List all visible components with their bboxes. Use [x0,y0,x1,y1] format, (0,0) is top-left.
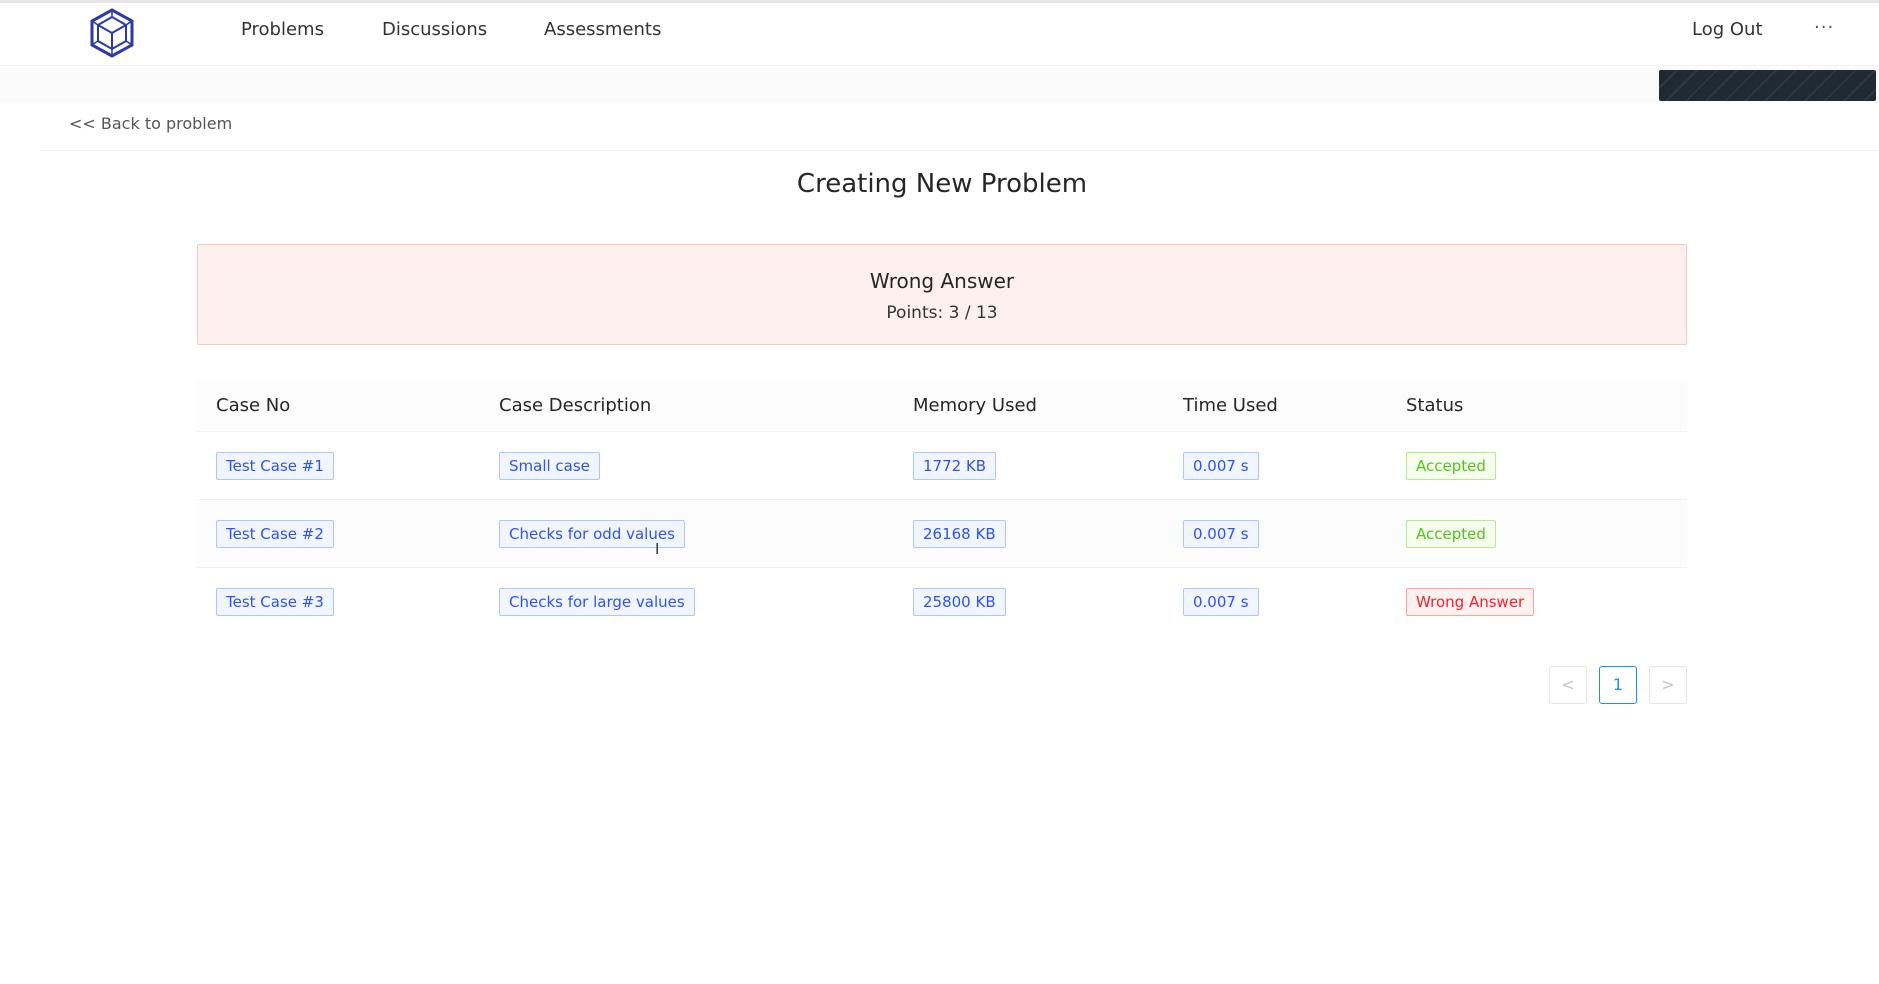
table-header-row: Case No Case Description Memory Used Tim… [197,380,1687,432]
pagination-prev-button[interactable]: < [1549,666,1587,704]
column-header-status: Status [1406,395,1464,416]
text-cursor-icon: I [655,540,660,558]
memory-used-tag: 26168 KB [913,520,1006,548]
nav-problems[interactable]: Problems [241,17,324,43]
memory-used-tag: 25800 KB [913,588,1006,616]
time-used-tag: 0.007 s [1183,452,1259,480]
divider [40,150,1879,151]
status-badge: Accepted [1406,452,1496,480]
result-points: Points: 3 / 13 [886,303,998,323]
nav-assessments[interactable]: Assessments [544,17,661,43]
status-badge: Accepted [1406,520,1496,548]
table-row: Test Case #3 Checks for large values 258… [197,568,1687,636]
nav-discussions[interactable]: Discussions [382,17,487,43]
memory-used-tag: 1772 KB [913,452,997,480]
result-alert: Wrong Answer Points: 3 / 13 [197,244,1687,345]
back-to-problem-link[interactable]: << Back to problem [69,113,232,135]
logout-button[interactable]: Log Out [1692,17,1763,43]
table-row: Test Case #1 Small case 1772 KB 0.007 s … [197,432,1687,500]
sub-header-bar [0,67,1879,103]
pagination-next-button[interactable]: > [1649,666,1687,704]
time-used-tag: 0.007 s [1183,588,1259,616]
result-verdict: Wrong Answer [869,269,1015,293]
case-description-tag: Small case [499,452,600,480]
case-description-tag: Checks for large values [499,588,695,616]
column-header-time-used: Time Used [1183,395,1278,416]
status-badge: Wrong Answer [1406,588,1535,616]
dark-striped-widget [1659,70,1876,101]
time-used-tag: 0.007 s [1183,520,1259,548]
case-no-tag: Test Case #2 [216,520,334,548]
column-header-memory-used: Memory Used [913,395,1037,416]
column-header-case-description: Case Description [499,395,652,416]
case-no-tag: Test Case #3 [216,588,334,616]
table-row: Test Case #2 Checks for odd values 26168… [197,500,1687,568]
column-header-case-no: Case No [216,395,291,416]
top-nav-bar: Problems Discussions Assessments Log Out… [0,0,1879,66]
more-menu-icon[interactable]: ··· [1814,15,1834,41]
hexagon-cube-logo-icon[interactable] [88,7,136,59]
pagination-page-1[interactable]: 1 [1599,666,1637,704]
case-no-tag: Test Case #1 [216,452,334,480]
test-case-table: Case No Case Description Memory Used Tim… [197,380,1687,636]
page-title: Creating New Problem [796,169,1088,199]
